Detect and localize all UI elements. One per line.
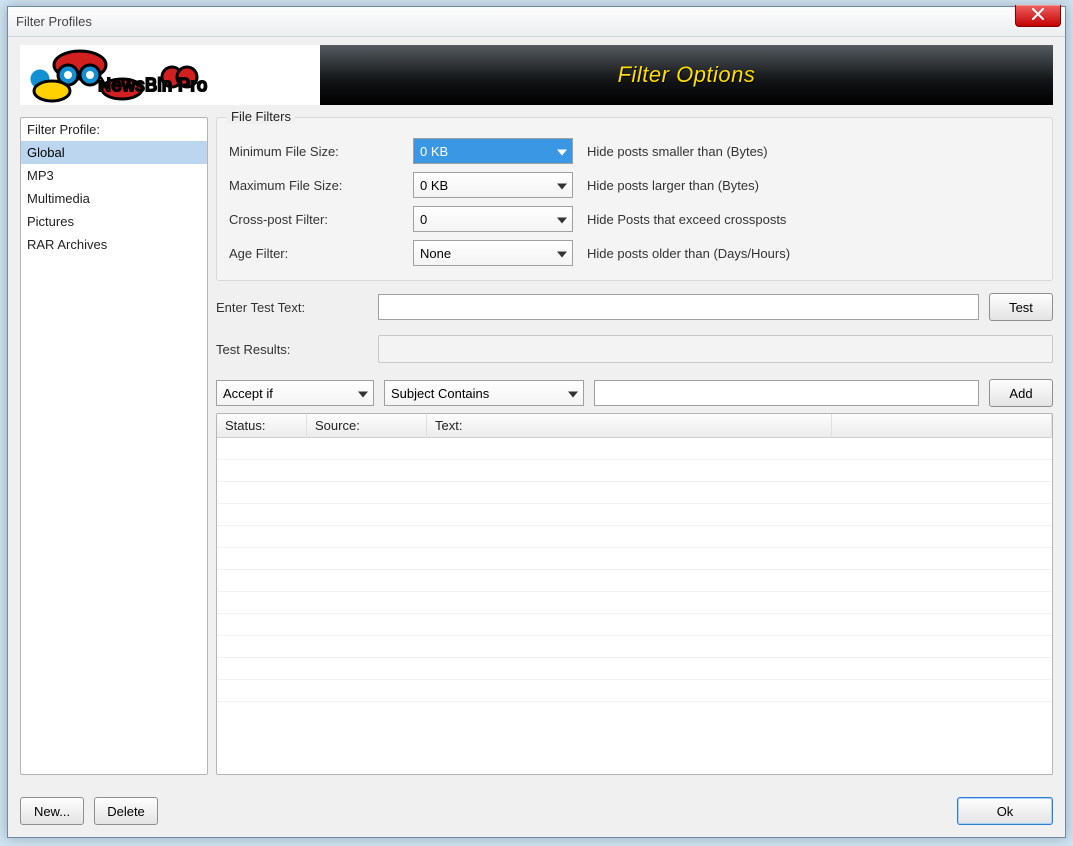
col-extra[interactable] xyxy=(832,414,1052,438)
crosspost-hint: Hide Posts that exceed crossposts xyxy=(587,212,1040,227)
ok-button[interactable]: Ok xyxy=(957,797,1053,825)
delete-profile-button[interactable]: Delete xyxy=(94,797,158,825)
rules-table-header: Status: Source: Text: xyxy=(217,414,1052,438)
file-filters-legend: File Filters xyxy=(227,109,295,124)
test-text-input[interactable] xyxy=(378,294,979,320)
col-status[interactable]: Status: xyxy=(217,414,307,438)
file-filters-group: File Filters Minimum File Size: 0 KB Hid… xyxy=(216,117,1053,281)
age-filter-hint: Hide posts older than (Days/Hours) xyxy=(587,246,1040,261)
main-panel: File Filters Minimum File Size: 0 KB Hid… xyxy=(216,117,1053,775)
table-row xyxy=(217,482,1052,504)
crosspost-select[interactable]: 0 xyxy=(413,206,573,232)
age-filter-label: Age Filter: xyxy=(229,246,399,261)
test-results-label: Test Results: xyxy=(216,342,368,357)
table-row xyxy=(217,636,1052,658)
table-row xyxy=(217,526,1052,548)
table-row xyxy=(217,460,1052,482)
filter-profiles-window: Filter Profiles Ne xyxy=(7,6,1066,838)
profile-list-item[interactable]: Pictures xyxy=(21,210,207,233)
profile-list-item[interactable]: Global xyxy=(21,141,207,164)
footer: New... Delete Ok xyxy=(8,787,1065,837)
table-row xyxy=(217,438,1052,460)
table-row xyxy=(217,504,1052,526)
banner-left: NewsBin Pro xyxy=(20,45,320,105)
table-row xyxy=(217,614,1052,636)
test-results-box xyxy=(378,335,1053,363)
titlebar: Filter Profiles xyxy=(8,7,1065,37)
accept-mode-select[interactable]: Accept if xyxy=(216,380,374,406)
col-text[interactable]: Text: xyxy=(427,414,832,438)
product-name: NewsBin Pro xyxy=(98,75,208,96)
max-size-label: Maximum File Size: xyxy=(229,178,399,193)
profile-list-item[interactable]: RAR Archives xyxy=(21,233,207,256)
rules-table-body xyxy=(217,438,1052,774)
enter-test-label: Enter Test Text: xyxy=(216,300,368,315)
close-icon xyxy=(1032,8,1044,23)
banner-caption: Filter Options xyxy=(618,62,756,88)
table-row xyxy=(217,592,1052,614)
banner-right: Filter Options xyxy=(320,45,1053,105)
min-size-select[interactable]: 0 KB xyxy=(413,138,573,164)
min-size-label: Minimum File Size: xyxy=(229,144,399,159)
table-row xyxy=(217,548,1052,570)
max-size-hint: Hide posts larger than (Bytes) xyxy=(587,178,1040,193)
profile-list[interactable]: Filter Profile: GlobalMP3MultimediaPictu… xyxy=(20,117,208,775)
table-row xyxy=(217,658,1052,680)
min-size-hint: Hide posts smaller than (Bytes) xyxy=(587,144,1040,159)
add-rule-button[interactable]: Add xyxy=(989,379,1053,407)
profile-list-header: Filter Profile: xyxy=(21,118,207,141)
test-button[interactable]: Test xyxy=(989,293,1053,321)
new-profile-button[interactable]: New... xyxy=(20,797,84,825)
crosspost-label: Cross-post Filter: xyxy=(229,212,399,227)
rules-table[interactable]: Status: Source: Text: xyxy=(216,413,1053,775)
profile-list-item[interactable]: MP3 xyxy=(21,164,207,187)
age-filter-select[interactable]: None xyxy=(413,240,573,266)
close-button[interactable] xyxy=(1015,5,1061,27)
profile-list-item[interactable]: Multimedia xyxy=(21,187,207,210)
col-source[interactable]: Source: xyxy=(307,414,427,438)
field-select[interactable]: Subject Contains xyxy=(384,380,584,406)
content: Filter Profile: GlobalMP3MultimediaPictu… xyxy=(8,117,1065,787)
pattern-input[interactable] xyxy=(594,380,979,406)
banner: NewsBin Pro Filter Options xyxy=(20,45,1053,105)
max-size-select[interactable]: 0 KB xyxy=(413,172,573,198)
window-title: Filter Profiles xyxy=(16,14,92,29)
table-row xyxy=(217,680,1052,702)
table-row xyxy=(217,570,1052,592)
